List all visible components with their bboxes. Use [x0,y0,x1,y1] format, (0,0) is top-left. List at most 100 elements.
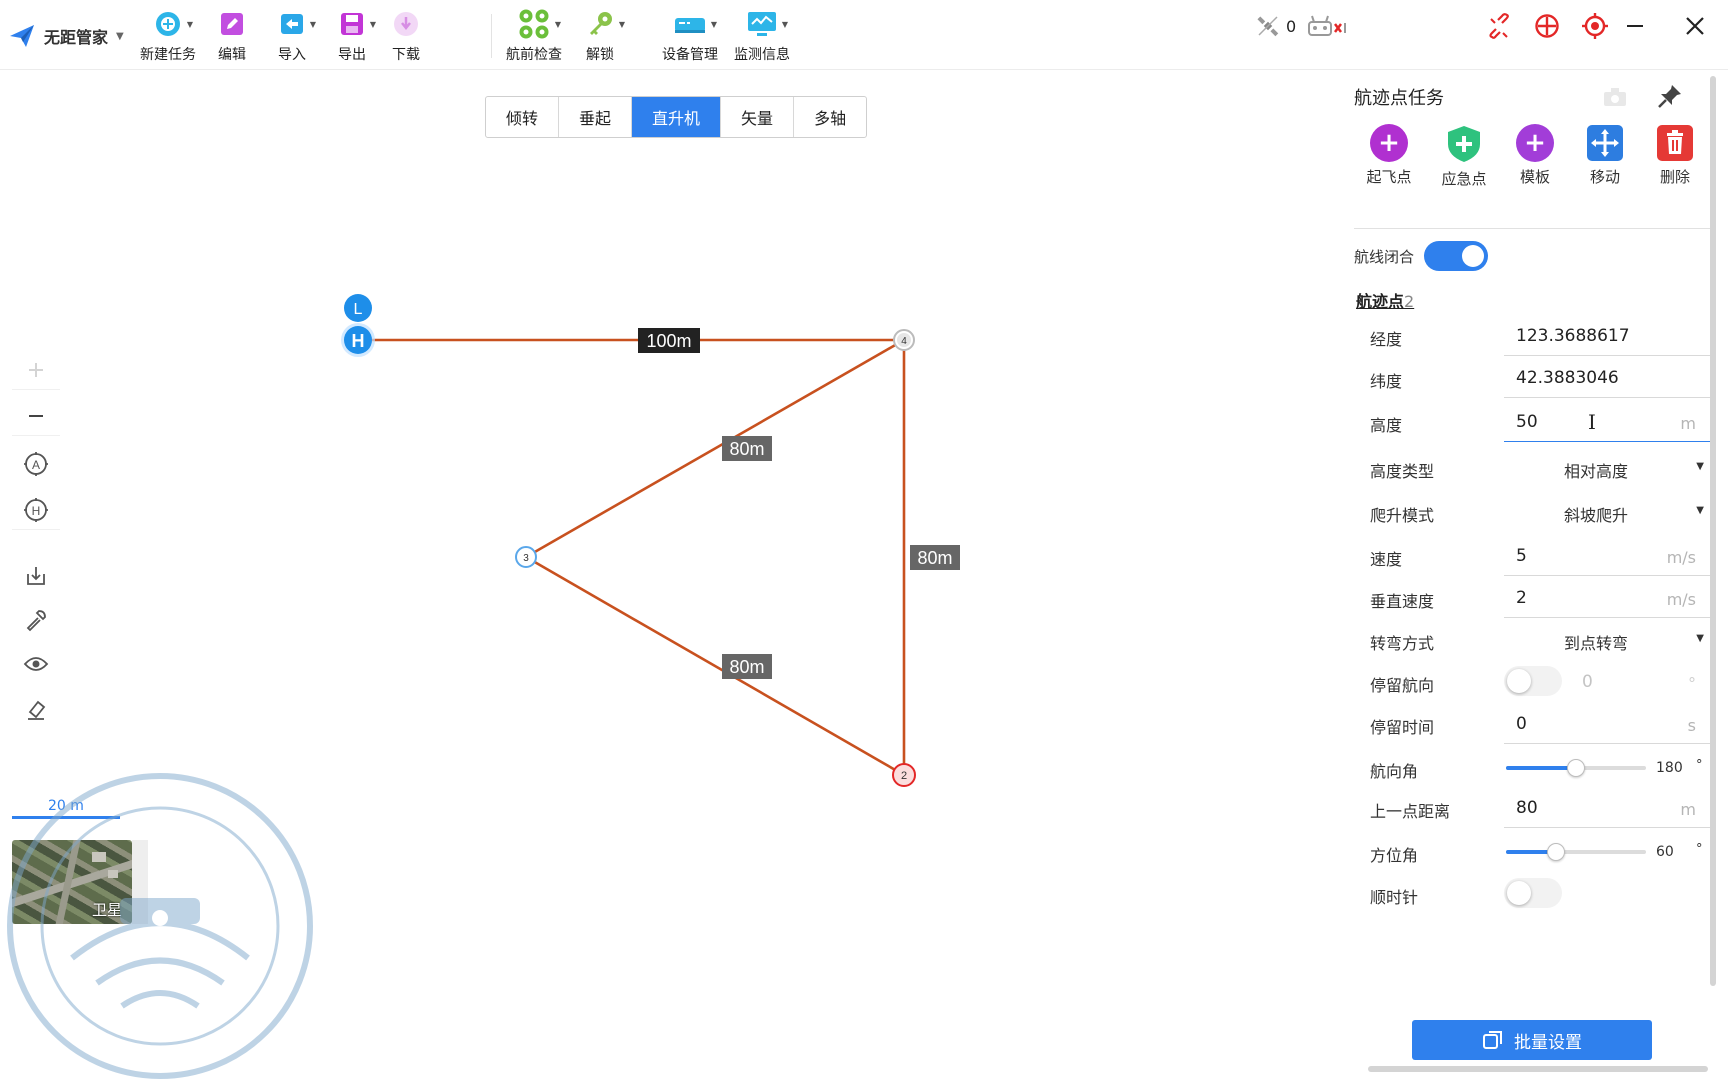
offline-map-download-icon[interactable] [12,556,60,596]
waypoint-marker-2-selected[interactable]: 2 [892,763,916,787]
close-icon[interactable] [1680,11,1710,41]
hold-time-row: 停留时间 0 s [1370,702,1720,746]
clockwise-toggle[interactable] [1504,878,1562,908]
target-locate-icon[interactable] [1580,11,1610,41]
move-button[interactable]: 移动 [1572,124,1638,187]
new-task-label: 新建任务 [140,47,196,63]
delete-button[interactable]: 删除 [1642,124,1708,187]
turn-mode-row: 转弯方式 到点转弯 ▼ [1370,618,1720,662]
azimuth-slider[interactable] [1506,843,1646,861]
compass-a-icon[interactable]: A [12,444,60,484]
speed-row: 速度 5 m/s [1370,534,1720,578]
azimuth-unit: ° [1696,842,1703,857]
waypoint-marker-3[interactable]: 3 [515,546,537,568]
svg-text:4: 4 [901,336,907,347]
app-menu[interactable]: 无距管家 ▼ [8,22,124,50]
climb-mode-select[interactable]: 斜坡爬升 ▼ [1504,492,1710,532]
template-plus-icon: + [1516,124,1554,162]
camera-icon[interactable] [1602,86,1628,112]
heading-slider-fill [1506,766,1576,770]
aircraft-tab[interactable]: 多轴 [794,97,866,137]
heading-slider-knob[interactable] [1567,759,1585,777]
chevron-down-icon: ▼ [116,30,124,42]
altitude-type-select[interactable]: 相对高度 ▼ [1504,448,1710,488]
visibility-eye-icon[interactable] [12,644,60,684]
add-emergency-point-button[interactable]: 应急点 [1431,124,1497,189]
aircraft-tab[interactable]: 矢量 [721,97,795,137]
shield-plus-icon [1448,126,1480,162]
prev-distance-row: 上一点距离 80 m [1370,786,1720,830]
prev-distance-unit: m [1680,800,1696,819]
monitor-info-button[interactable]: ▼ 监测信息 [726,8,798,66]
svg-text:80m: 80m [729,657,764,677]
vertical-speed-field[interactable]: 2 m/s [1504,578,1710,618]
hold-time-label: 停留时间 [1370,718,1435,737]
basemap-switcher-satellite[interactable]: 卫星 [12,840,132,924]
svg-text:L: L [354,301,363,318]
home-locate-icon[interactable]: H [12,490,60,530]
preflight-check-button[interactable]: ▼ 航前检查 [498,8,570,66]
link-broken-icon[interactable] [1484,11,1514,41]
add-takeoff-point-button[interactable]: + 起飞点 [1356,124,1422,187]
eraser-icon[interactable] [12,690,60,730]
turn-mode-select[interactable]: 到点转弯 ▼ [1504,620,1710,660]
hold-heading-field[interactable]: 0 ° [1570,662,1710,702]
remote-controller-disconnected-icon [1308,15,1346,36]
add-plus-icon: + [1370,124,1408,162]
route-layer: L H 4 3 2 100m 80m 80m 80m [341,294,960,787]
svg-text:80m: 80m [729,439,764,459]
latitude-field[interactable]: 42.3883046 [1504,358,1710,398]
waypoint-marker-4[interactable]: 4 [893,329,915,351]
altitude-field[interactable]: 50 I m [1504,402,1710,442]
speed-field[interactable]: 5 m/s [1504,536,1710,576]
unlock-label: 解锁 [586,47,614,63]
aircraft-tab[interactable]: 直升机 [632,97,722,137]
minimize-icon[interactable] [1620,11,1650,41]
aircraft-tab[interactable]: 倾转 [486,97,560,137]
device-icon [675,18,705,33]
clockwise-row: 顺时针 [1370,872,1720,916]
new-task-button[interactable]: ▼ 新建任务 [132,8,204,66]
hold-time-unit: s [1687,716,1696,735]
aircraft-tab[interactable]: 垂起 [559,97,633,137]
zoom-in-icon[interactable] [12,350,60,390]
pin-panel-icon[interactable] [1656,82,1684,114]
takeoff-point-label: 起飞点 [1366,168,1412,186]
panel-horizontal-scrollbar[interactable] [1368,1066,1708,1072]
batch-settings-button[interactable]: 批量设置 [1412,1020,1652,1060]
waypoint-heading: 航迹点2 [1356,288,1414,312]
route-closed-toggle[interactable] [1424,241,1489,271]
route-segment-4-3 [525,338,905,559]
vertical-speed-label: 垂直速度 [1370,592,1435,611]
zoom-out-icon[interactable] [12,396,60,436]
clockwise-label: 顺时针 [1370,888,1419,907]
caret-down-icon: ▼ [1696,461,1704,472]
launch-point-marker[interactable]: L [344,294,372,322]
home-point-marker[interactable]: H [341,323,375,357]
latitude-row: 纬度 42.3883046 [1370,356,1720,400]
prev-distance-field[interactable]: 80 m [1504,788,1710,828]
hold-time-field[interactable]: 0 s [1504,704,1710,744]
tools-wrench-icon[interactable] [12,600,60,640]
key-icon [590,12,612,35]
unlock-button[interactable]: ▼ 解锁 [564,8,636,66]
top-toolbar: 无距管家 ▼ ▼ 新建任务 编辑 ▼ 导入 ▼ 导出 下载 ▼ 航前检查 ▼ 解… [0,0,1728,70]
heading-slider[interactable] [1506,759,1646,777]
download-button[interactable]: 下载 [370,8,442,66]
vertical-speed-row: 垂直速度 2 m/s [1370,576,1720,620]
hold-heading-toggle[interactable] [1504,666,1562,696]
aircraft-type-tabs: 倾转 垂起 直升机 矢量 多轴 [485,96,868,138]
azimuth-slider-knob[interactable] [1547,843,1566,861]
attitude-indicator-icon[interactable] [1532,11,1562,41]
import-label: 导入 [278,47,306,63]
map-scale: 20 m [12,798,120,822]
panel-title: 航迹点任务 [1354,88,1444,109]
heading-value: 180 [1656,760,1683,776]
template-button[interactable]: + 模板 [1502,124,1568,187]
satellite-count: 0 [1286,16,1297,36]
map-canvas[interactable]: L H 4 3 2 100m 80m 80m 80m 倾转 垂起 直升机 矢量 … [0,70,1340,1080]
toolbar-divider [491,14,492,58]
panel-vertical-scrollbar[interactable] [1710,76,1716,986]
longitude-field[interactable]: 123.3688617 [1504,316,1710,356]
device-management-button[interactable]: ▼ 设备管理 [654,8,726,66]
